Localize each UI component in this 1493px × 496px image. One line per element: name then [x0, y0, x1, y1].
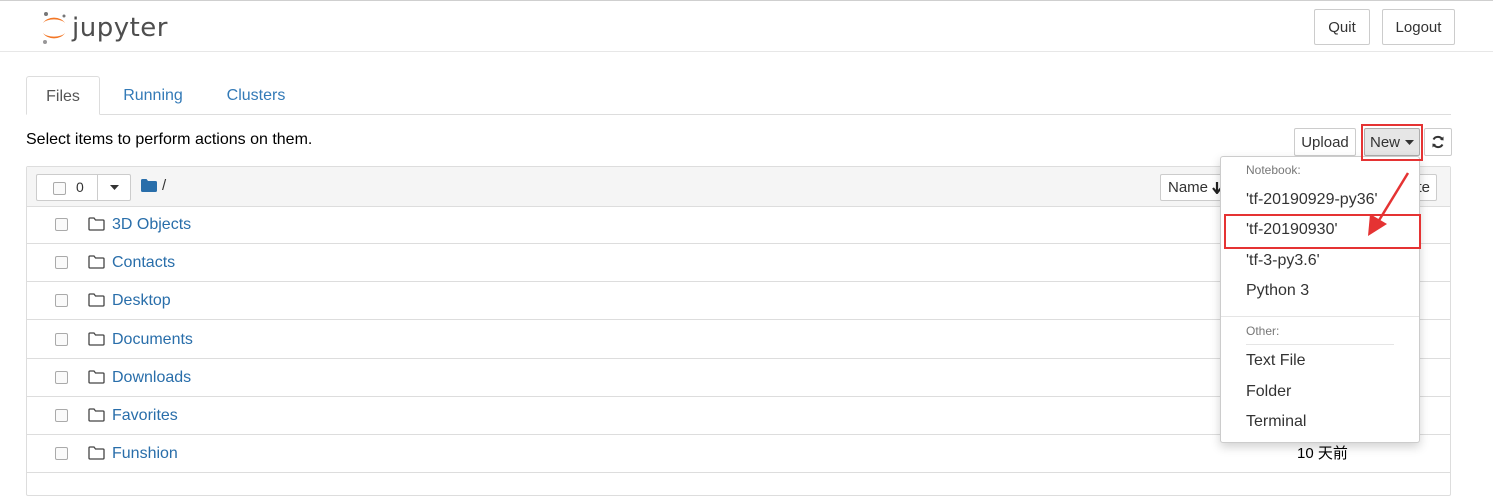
- menu-item-python-3[interactable]: Python 3: [1246, 282, 1309, 300]
- row-checkbox[interactable]: [55, 447, 68, 460]
- select-all-checkbox[interactable]: [53, 182, 66, 195]
- tab-bar: Files Running Clusters: [26, 76, 1451, 115]
- tab-files[interactable]: Files: [26, 76, 100, 115]
- refresh-icon: [1432, 135, 1444, 149]
- menu-divider: [1246, 344, 1394, 345]
- row-checkbox[interactable]: [55, 218, 68, 231]
- tab-clusters[interactable]: Clusters: [214, 76, 298, 114]
- menu-item-kernel-tf-20190930[interactable]: 'tf-20190930': [1246, 221, 1338, 239]
- row-checkbox[interactable]: [55, 409, 68, 422]
- logout-button[interactable]: Logout: [1382, 9, 1455, 45]
- row-checkbox[interactable]: [55, 256, 68, 269]
- jupyter-logo-icon: [43, 12, 66, 44]
- file-name-link[interactable]: Downloads: [112, 359, 191, 397]
- new-button-label: New: [1369, 133, 1400, 151]
- folder-outline-icon: [88, 293, 105, 307]
- quit-button[interactable]: Quit: [1314, 9, 1370, 45]
- row-checkbox[interactable]: [55, 333, 68, 346]
- caret-down-icon: [1405, 139, 1414, 145]
- refresh-button[interactable]: [1424, 128, 1452, 156]
- tab-running[interactable]: Running: [110, 76, 196, 114]
- folder-outline-icon: [88, 446, 105, 460]
- folder-outline-icon: [88, 332, 105, 346]
- menu-item-terminal[interactable]: Terminal: [1246, 413, 1306, 431]
- folder-outline-icon: [88, 255, 105, 269]
- folder-outline-icon: [88, 217, 105, 231]
- folder-outline-icon: [88, 370, 105, 384]
- file-name-link[interactable]: Documents: [112, 321, 193, 359]
- breadcrumb-root[interactable]: /: [162, 177, 166, 194]
- folder-outline-icon: [88, 408, 105, 422]
- menu-item-text-file[interactable]: Text File: [1246, 352, 1306, 370]
- row-checkbox[interactable]: [55, 371, 68, 384]
- select-dropdown-button[interactable]: [97, 174, 131, 201]
- selection-hint: Select items to perform actions on them.: [26, 131, 313, 148]
- jupyter-logo[interactable]: jupyter: [40, 9, 168, 47]
- sort-label: Name: [1168, 179, 1209, 196]
- select-all-control[interactable]: 0: [36, 174, 98, 201]
- annotation-arrow-icon: [1368, 172, 1410, 236]
- file-name-link[interactable]: Favorites: [112, 397, 178, 435]
- other-section-header: Other:: [1246, 324, 1280, 338]
- menu-item-folder[interactable]: Folder: [1246, 383, 1291, 401]
- app-name: jupyter: [72, 13, 168, 43]
- selected-count: 0: [76, 179, 84, 195]
- file-name-link[interactable]: Desktop: [112, 282, 171, 320]
- row-checkbox[interactable]: [55, 294, 68, 307]
- folder-icon: [141, 179, 157, 192]
- menu-item-kernel-tf-3-py3-6[interactable]: 'tf-3-py3.6': [1246, 252, 1320, 270]
- menu-divider: [1221, 316, 1419, 317]
- file-name-link[interactable]: Contacts: [112, 244, 175, 282]
- new-button[interactable]: New: [1364, 128, 1420, 156]
- file-name-link[interactable]: 3D Objects: [112, 206, 191, 244]
- menu-item-kernel-tf-20190929-py36[interactable]: 'tf-20190929-py36': [1246, 191, 1378, 209]
- upload-button[interactable]: Upload: [1294, 128, 1356, 156]
- caret-down-icon: [109, 185, 119, 190]
- file-name-link[interactable]: Funshion: [112, 435, 178, 473]
- header-bar: jupyter Quit Logout: [0, 0, 1493, 52]
- notebook-section-header: Notebook:: [1246, 163, 1301, 177]
